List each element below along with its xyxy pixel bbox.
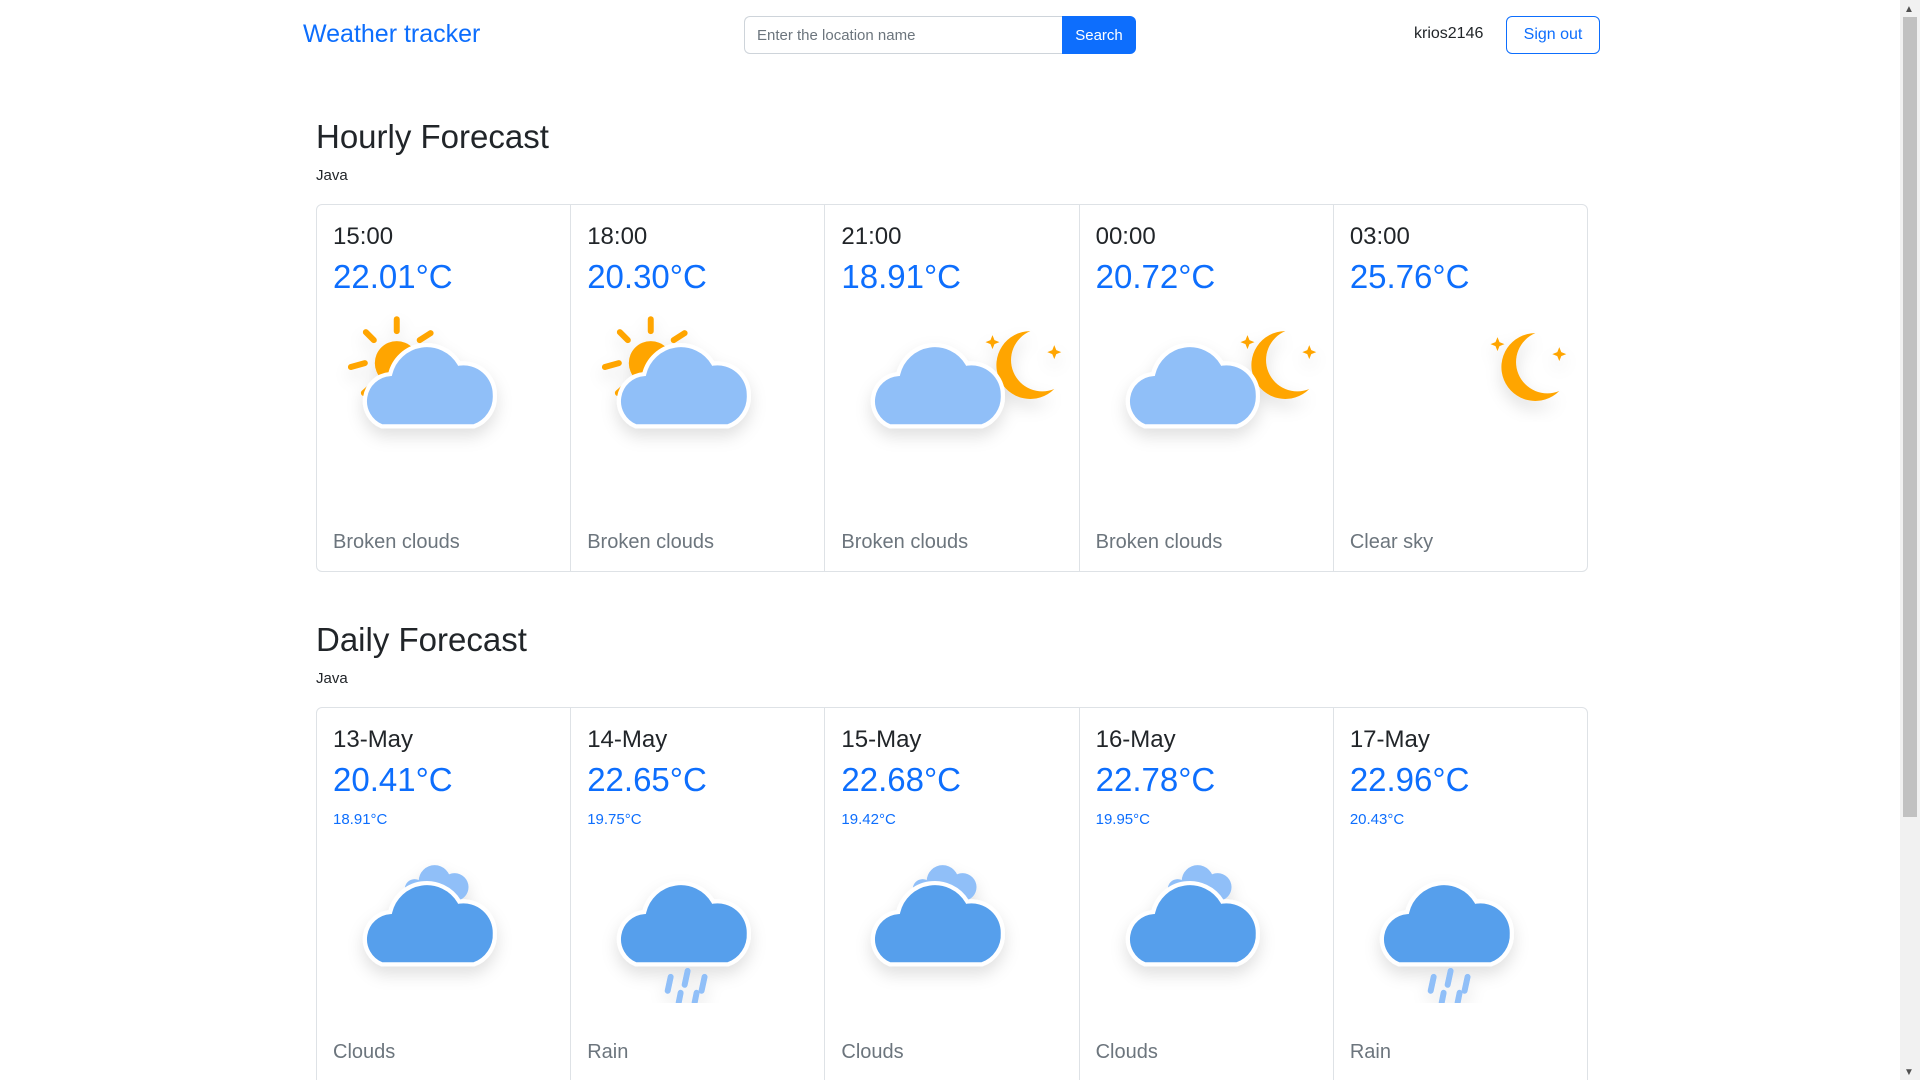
daily-description: Rain — [1349, 1041, 1391, 1063]
hourly-card: 21:00 18.91°C Broken clouds — [825, 205, 1080, 571]
daily-card: 13-May 20.41°C 18.91°C Clouds — [317, 708, 572, 1080]
hourly-description: Clear sky — [1349, 531, 1434, 553]
hourly-time: 15:00 — [333, 223, 394, 250]
hourly-time: 18:00 — [587, 223, 648, 250]
daily-card-row: 13-May 20.41°C 18.91°C Clouds 14-May 22.… — [316, 707, 1588, 1080]
hourly-card: 18:00 20.30°C Broken clouds — [571, 205, 826, 571]
hourly-temp: 20.30°C — [587, 258, 707, 295]
sign-out-button[interactable]: Sign out — [1506, 16, 1600, 54]
daily-date: 16-May — [1095, 726, 1176, 753]
hourly-card: 00:00 20.72°C Broken clouds — [1080, 205, 1334, 571]
hourly-location: Java — [316, 167, 348, 184]
broken-clouds-day-icon — [317, 305, 570, 465]
scroll-up-arrow-icon[interactable]: ▲ — [1904, 4, 1914, 15]
brand-link[interactable]: Weather tracker — [303, 20, 480, 49]
hourly-card: 15:00 22.01°C Broken clouds — [317, 205, 572, 571]
daily-temp: 22.96°C — [1349, 761, 1470, 798]
clouds-icon — [1080, 865, 1333, 1003]
hourly-time: 21:00 — [841, 223, 902, 250]
clouds-icon — [317, 865, 570, 1003]
hourly-forecast-title: Hourly Forecast — [316, 118, 549, 155]
daily-temp: 22.65°C — [587, 761, 707, 798]
broken-clouds-night-icon — [825, 331, 1062, 465]
hourly-description: Broken clouds — [841, 531, 969, 553]
daily-date: 15-May — [841, 726, 922, 753]
scroll-down-arrow-icon[interactable]: ▼ — [1904, 1067, 1914, 1078]
hourly-temp: 20.72°C — [1095, 258, 1216, 295]
search-form: Search — [744, 16, 1136, 54]
vertical-scrollbar[interactable]: ▲ ▼ — [1900, 0, 1920, 1080]
rain-icon — [1334, 843, 1587, 1003]
daily-description: Clouds — [1095, 1041, 1158, 1063]
daily-min-temp: 18.91°C — [333, 811, 388, 828]
navbar: Weather tracker Search krios2146 Sign ou… — [0, 0, 1900, 72]
broken-clouds-night-icon — [1080, 331, 1316, 465]
broken-clouds-day-icon — [571, 305, 824, 465]
daily-date: 13-May — [333, 726, 414, 753]
username-label: krios2146 — [1414, 25, 1484, 42]
daily-forecast-title: Daily Forecast — [316, 621, 527, 658]
daily-date: 14-May — [587, 726, 668, 753]
daily-card: 16-May 22.78°C 19.95°C Clouds — [1080, 708, 1334, 1080]
daily-min-temp: 19.75°C — [587, 811, 642, 828]
daily-temp: 20.41°C — [333, 761, 453, 798]
daily-temp: 22.78°C — [1095, 761, 1216, 798]
hourly-temp: 18.91°C — [841, 258, 962, 295]
daily-description: Clouds — [841, 1041, 904, 1063]
clouds-icon — [825, 865, 1078, 1003]
daily-temp: 22.68°C — [841, 761, 962, 798]
scrollbar-thumb[interactable] — [1903, 17, 1917, 817]
hourly-time: 00:00 — [1095, 223, 1156, 250]
hourly-card: 03:00 25.76°C Clear sky — [1334, 205, 1587, 571]
hourly-description: Broken clouds — [333, 531, 460, 553]
daily-min-temp: 19.42°C — [841, 811, 896, 828]
hourly-temp: 25.76°C — [1349, 258, 1470, 295]
daily-description: Rain — [587, 1041, 629, 1063]
daily-date: 17-May — [1349, 726, 1430, 753]
hourly-description: Broken clouds — [1095, 531, 1223, 553]
rain-icon — [571, 843, 824, 1003]
hourly-description: Broken clouds — [587, 531, 714, 553]
daily-location: Java — [316, 670, 348, 687]
daily-card: 17-May 22.96°C 20.43°C Rain — [1334, 708, 1587, 1080]
daily-card: 14-May 22.65°C 19.75°C Rain — [571, 708, 826, 1080]
search-button[interactable]: Search — [1062, 16, 1136, 54]
daily-min-temp: 19.95°C — [1095, 811, 1150, 828]
daily-card: 15-May 22.68°C 19.42°C Clouds — [825, 708, 1080, 1080]
hourly-card-row: 15:00 22.01°C Broken clouds 18:00 20.30°… — [316, 204, 1588, 572]
search-input[interactable] — [744, 16, 1062, 54]
daily-description: Clouds — [333, 1041, 396, 1063]
clear-sky-night-icon — [1490, 333, 1567, 401]
daily-min-temp: 20.43°C — [1349, 811, 1405, 828]
hourly-temp: 22.01°C — [333, 258, 453, 295]
hourly-time: 03:00 — [1349, 223, 1410, 250]
